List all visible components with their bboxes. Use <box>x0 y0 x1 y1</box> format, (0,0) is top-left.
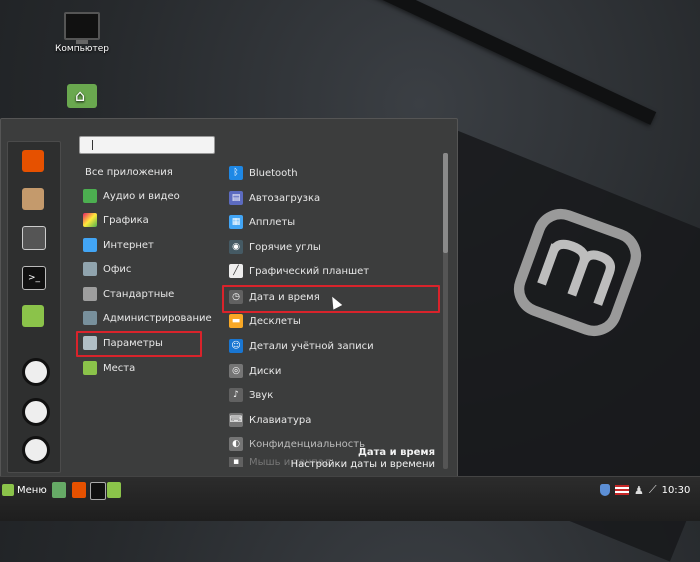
app-label: Клавиатура <box>249 414 312 426</box>
administration-icon <box>83 311 97 325</box>
computer-icon <box>64 12 100 44</box>
package-icon[interactable] <box>22 188 44 210</box>
show-desktop-icon[interactable] <box>52 482 66 498</box>
app-startup[interactable]: ▤ Автозагрузка <box>229 189 320 207</box>
scrollbar-thumb[interactable] <box>443 153 448 253</box>
app-applets[interactable]: ▦ Апплеты <box>229 213 295 231</box>
category-label: Офис <box>103 263 132 275</box>
category-label: Аудио и видео <box>103 190 180 202</box>
description-subtitle: Настройки даты и времени <box>290 459 435 470</box>
logout-icon[interactable] <box>22 398 50 426</box>
description-title: Дата и время <box>357 447 435 458</box>
app-label: Горячие углы <box>249 241 321 253</box>
terminal-icon[interactable]: >_ <box>22 266 46 290</box>
folder-icon[interactable] <box>22 305 44 327</box>
app-disks[interactable]: ◎ Диски <box>229 362 281 380</box>
desktop-icon-home[interactable] <box>47 84 117 112</box>
category-internet[interactable]: Интернет <box>83 236 154 254</box>
user-icon[interactable]: ♟ <box>634 484 644 497</box>
mint-menu-icon <box>2 484 14 496</box>
terminal-launcher-icon[interactable] <box>90 482 106 500</box>
desklets-icon: ▬ <box>229 314 243 328</box>
highlight-preferences <box>76 331 202 357</box>
wallpaper-stripe <box>324 0 657 125</box>
accessories-icon <box>83 287 97 301</box>
desktop-icon-label: Компьютер <box>55 44 109 54</box>
app-account[interactable]: ☺ Детали учётной записи <box>229 337 374 355</box>
favorites-column: >_ <box>7 141 61 473</box>
search-input[interactable] <box>79 136 215 154</box>
files-launcher-icon[interactable] <box>107 482 121 498</box>
app-bluetooth[interactable]: ᛒ Bluetooth <box>229 164 298 182</box>
app-sound[interactable]: ♪ Звук <box>229 386 273 404</box>
app-list-scrollbar[interactable] <box>443 153 448 469</box>
graphics-icon <box>83 213 97 227</box>
text-caret <box>92 140 93 150</box>
account-icon: ☺ <box>229 339 243 353</box>
category-label: Администрирование <box>103 312 212 324</box>
tablet-icon: ╱ <box>229 264 243 278</box>
keyboard-layout-flag-icon[interactable] <box>615 485 629 495</box>
application-menu: >_ Все приложения Аудио и видео Графика … <box>0 118 458 478</box>
category-label: Места <box>103 362 136 374</box>
startup-icon: ▤ <box>229 191 243 205</box>
app-label: Графический планшет <box>249 265 370 277</box>
lock-screen-icon[interactable] <box>22 358 50 386</box>
sound-icon: ♪ <box>229 388 243 402</box>
bluetooth-icon: ᛒ <box>229 166 243 180</box>
app-label: Десклеты <box>249 315 301 327</box>
app-label: Bluetooth <box>249 167 298 179</box>
app-tablet[interactable]: ╱ Графический планшет <box>229 262 369 280</box>
office-icon <box>83 262 97 276</box>
applets-icon: ▦ <box>229 215 243 229</box>
app-label: Диски <box>249 365 282 377</box>
firefox-launcher-icon[interactable] <box>72 482 86 498</box>
firefox-icon[interactable] <box>22 150 44 172</box>
audio-video-icon <box>83 189 97 203</box>
category-label: Графика <box>103 214 149 226</box>
category-all[interactable]: Все приложения <box>85 163 173 181</box>
app-hot-corners[interactable]: ◉ Горячие углы <box>229 238 321 256</box>
settings-icon[interactable] <box>22 226 46 250</box>
app-keyboard[interactable]: ⌨ Клавиатура <box>229 411 311 429</box>
home-folder-icon <box>67 84 97 108</box>
hot-corners-icon: ◉ <box>229 240 243 254</box>
category-audio-video[interactable]: Аудио и видео <box>83 187 180 205</box>
category-label: Все приложения <box>85 166 173 178</box>
shield-icon[interactable] <box>600 484 610 496</box>
app-desklets[interactable]: ▬ Десклеты <box>229 312 301 330</box>
app-label: Звук <box>249 389 274 401</box>
category-administration[interactable]: Администрирование <box>83 309 212 327</box>
clock[interactable]: 10:30 <box>662 485 691 496</box>
category-places[interactable]: Места <box>83 359 135 377</box>
category-graphics[interactable]: Графика <box>83 211 149 229</box>
shutdown-icon[interactable] <box>22 436 50 464</box>
category-label: Интернет <box>103 239 154 251</box>
system-tray: ♟ ⟋ 10:30 <box>600 482 690 498</box>
menu-label: Меню <box>17 484 47 496</box>
folder-icon <box>83 361 97 375</box>
app-label: Конфиденциальность <box>249 438 366 450</box>
desktop-icon-computer[interactable]: Компьютер <box>47 12 117 54</box>
app-label: Апплеты <box>249 216 296 228</box>
internet-icon <box>83 238 97 252</box>
menu-button[interactable]: Меню <box>2 482 47 498</box>
network-icon[interactable]: ⟋ <box>649 483 657 497</box>
disks-icon: ◎ <box>229 364 243 378</box>
app-label: Автозагрузка <box>249 192 321 204</box>
taskbar: Меню ♟ ⟋ 10:30 <box>0 476 700 521</box>
privacy-icon: ◐ <box>229 437 243 451</box>
category-office[interactable]: Офис <box>83 260 131 278</box>
category-label: Стандартные <box>103 288 175 300</box>
app-label: Детали учётной записи <box>249 340 374 352</box>
mouse-icon: ▪ <box>229 457 243 467</box>
keyboard-icon: ⌨ <box>229 413 243 427</box>
app-privacy[interactable]: ◐ Конфиденциальность <box>229 435 365 453</box>
category-accessories[interactable]: Стандартные <box>83 285 174 303</box>
